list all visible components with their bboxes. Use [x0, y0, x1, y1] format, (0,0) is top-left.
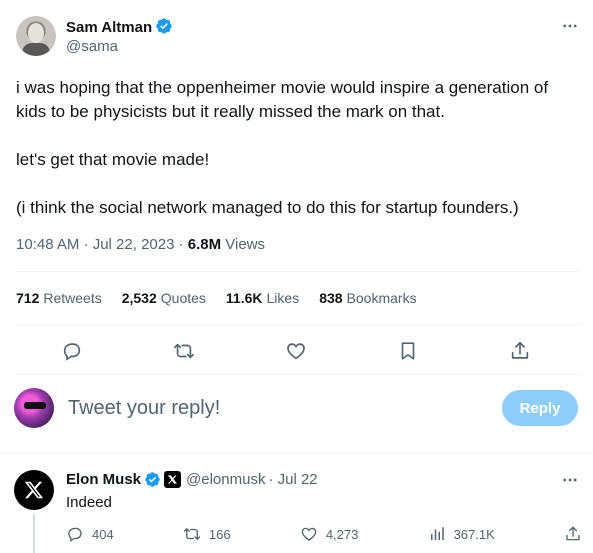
- like-icon[interactable]: [279, 334, 313, 368]
- tweet-stats: 712 Retweets 2,532 Quotes 11.6K Likes 838 Bo…: [16, 290, 417, 306]
- views-count: 367.1K: [453, 526, 495, 542]
- divider: [16, 271, 580, 272]
- more-icon[interactable]: [560, 470, 580, 490]
- reply-author: Elon Musk @elonmusk · Jul 22: [66, 471, 318, 488]
- divider: [16, 374, 580, 375]
- tweet-paragraph: let's get that movie made!: [16, 150, 210, 169]
- reply-replies-action[interactable]: 404: [66, 525, 114, 543]
- tweet-timestamp[interactable]: 10:48 AM · Jul 22, 2023 ·: [16, 236, 188, 253]
- stat-bookmarks[interactable]: 838 Bookmarks: [319, 290, 416, 306]
- reply-author-name[interactable]: Elon Musk: [66, 471, 141, 488]
- reply-count: 404: [92, 526, 114, 542]
- stat-likes[interactable]: 11.6K Likes: [226, 290, 299, 306]
- tweet-meta: 10:48 AM · Jul 22, 2023 · 6.8M Views: [16, 236, 265, 253]
- author-handle[interactable]: @sama: [66, 38, 118, 55]
- stat-number: 11.6K: [225, 290, 263, 306]
- author-name-text[interactable]: Sam Altman: [66, 19, 152, 36]
- divider: [0, 452, 593, 453]
- verified-icon: [156, 18, 172, 34]
- author-name[interactable]: Sam Altman: [66, 17, 173, 36]
- x-logo-icon: [164, 471, 182, 488]
- reply-actions: 404 166 4,273 367.1K: [66, 525, 582, 543]
- stat-label: Likes: [266, 290, 300, 306]
- more-icon[interactable]: [560, 16, 580, 36]
- like-count: 4,273: [325, 526, 359, 542]
- views-count: 6.8M: [187, 236, 222, 253]
- reply-retweet-action[interactable]: 166: [183, 525, 231, 543]
- share-icon: [566, 526, 580, 541]
- stat-number: 2,532: [121, 290, 157, 306]
- author-avatar[interactable]: [16, 16, 56, 56]
- reply-like-action[interactable]: 4,273: [300, 525, 359, 543]
- reply-author-avatar[interactable]: [14, 470, 54, 510]
- x-logo-icon: [24, 481, 44, 499]
- reply-views-action[interactable]: 367.1K: [428, 525, 495, 543]
- tweet-paragraph: i was hoping that the oppenheimer movie …: [16, 78, 549, 121]
- retweet-icon: [183, 528, 201, 540]
- reply-input[interactable]: Tweet your reply!: [68, 397, 220, 420]
- stat-quotes[interactable]: 2,532 Quotes: [122, 290, 206, 306]
- tweet-paragraph: (i think the social network managed to d…: [16, 198, 519, 217]
- tweet-actions: [16, 334, 576, 368]
- tweet-body: i was hoping that the oppenheimer movie …: [16, 76, 576, 244]
- stat-label: Quotes: [160, 290, 206, 306]
- stat-label: Bookmarks: [346, 290, 417, 306]
- reply-icon: [68, 527, 82, 543]
- share-icon[interactable]: [503, 334, 537, 368]
- current-user-avatar[interactable]: [14, 388, 54, 428]
- reply-date[interactable]: · Jul 22: [268, 471, 317, 488]
- stat-number: 838: [319, 290, 343, 306]
- like-icon: [301, 527, 317, 541]
- retweet-icon[interactable]: [167, 334, 201, 368]
- stat-retweets[interactable]: 712 Retweets: [16, 290, 102, 306]
- stat-number: 712: [16, 290, 40, 306]
- reply-share-action[interactable]: [564, 525, 582, 543]
- views-label: Views: [221, 236, 266, 253]
- views-icon: [430, 527, 444, 540]
- reply-button[interactable]: Reply: [502, 390, 578, 426]
- reply-icon[interactable]: [55, 334, 89, 368]
- verified-icon: [145, 472, 160, 487]
- reply-body: Indeed: [66, 494, 112, 511]
- retweet-count: 166: [208, 526, 231, 542]
- stat-label: Retweets: [43, 290, 102, 306]
- divider: [16, 324, 580, 325]
- reply-author-handle[interactable]: @elonmusk: [186, 471, 265, 488]
- thread-line: [33, 514, 35, 553]
- bookmark-icon[interactable]: [391, 334, 425, 368]
